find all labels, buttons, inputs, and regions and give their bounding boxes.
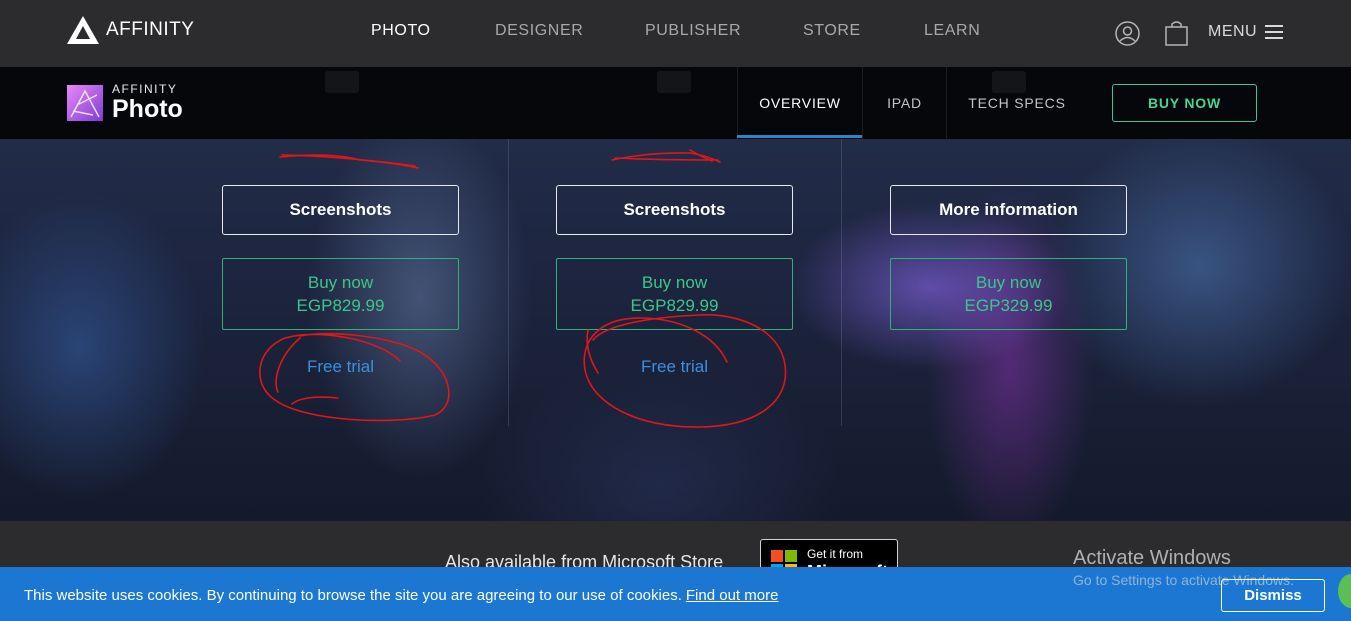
price-label: EGP829.99 xyxy=(630,296,719,315)
tab-overview[interactable]: OVERVIEW xyxy=(737,67,862,139)
tab-ipad[interactable]: IPAD xyxy=(862,67,946,139)
shopping-bag-icon[interactable] xyxy=(1164,20,1189,46)
affinity-triangle-icon xyxy=(67,16,99,44)
nav-learn[interactable]: LEARN xyxy=(924,22,980,40)
logo-photo-text: Photo xyxy=(112,95,183,123)
price-label: EGP329.99 xyxy=(964,296,1053,315)
user-account-icon[interactable] xyxy=(1115,21,1140,46)
nav-publisher[interactable]: PUBLISHER xyxy=(645,22,741,40)
nav-store[interactable]: STORE xyxy=(803,22,861,40)
brand-name: AFFINITY xyxy=(106,19,195,40)
affinity-photo-icon xyxy=(67,85,103,121)
top-nav: AFFINITY PHOTO DESIGNER PUBLISHER STORE … xyxy=(0,0,1351,67)
buy-now-label: Buy now xyxy=(975,273,1042,292)
ipad-more-information-button[interactable]: More information xyxy=(890,185,1127,235)
mac-free-trial-link[interactable]: Free trial xyxy=(222,357,459,377)
active-tab-indicator xyxy=(737,135,862,138)
subnav-buy-now-button[interactable]: BUY NOW xyxy=(1112,84,1257,122)
windows-free-trial-link[interactable]: Free trial xyxy=(556,357,793,377)
cookie-text: This website uses cookies. By continuing… xyxy=(24,587,682,604)
nav-photo[interactable]: PHOTO xyxy=(371,22,431,40)
windows-screenshots-button[interactable]: Screenshots xyxy=(556,185,793,235)
mac-screenshots-button[interactable]: Screenshots xyxy=(222,185,459,235)
ipad-buy-now-button[interactable]: Buy now EGP329.99 xyxy=(890,258,1127,330)
column-divider xyxy=(841,139,842,426)
mac-buy-now-button[interactable]: Buy now EGP829.99 xyxy=(222,258,459,330)
find-out-more-link[interactable]: Find out more xyxy=(686,587,779,604)
tab-tech-specs[interactable]: TECH SPECS xyxy=(946,67,1087,139)
apple-icon xyxy=(325,71,359,93)
cookie-message: This website uses cookies. By continuing… xyxy=(24,587,778,604)
affinity-logo[interactable]: AFFINITY xyxy=(66,15,194,45)
buy-now-label: Buy now xyxy=(641,273,708,292)
price-label: EGP829.99 xyxy=(296,296,385,315)
buy-now-label: Buy now xyxy=(307,273,374,292)
hamburger-icon xyxy=(1265,25,1284,39)
column-divider xyxy=(508,139,509,426)
logo-affinity-text: AFFINITY xyxy=(112,82,178,96)
nav-designer[interactable]: DESIGNER xyxy=(495,22,583,40)
windows-buy-now-button[interactable]: Buy now EGP829.99 xyxy=(556,258,793,330)
affinity-photo-logo[interactable]: AFFINITY Photo xyxy=(67,83,183,123)
windows-icon xyxy=(657,71,691,93)
menu-button[interactable]: MENU xyxy=(1208,23,1284,41)
badge-get-it-text: Get it from xyxy=(807,547,864,561)
dismiss-button[interactable]: Dismiss xyxy=(1221,579,1325,612)
menu-label: MENU xyxy=(1208,23,1258,40)
